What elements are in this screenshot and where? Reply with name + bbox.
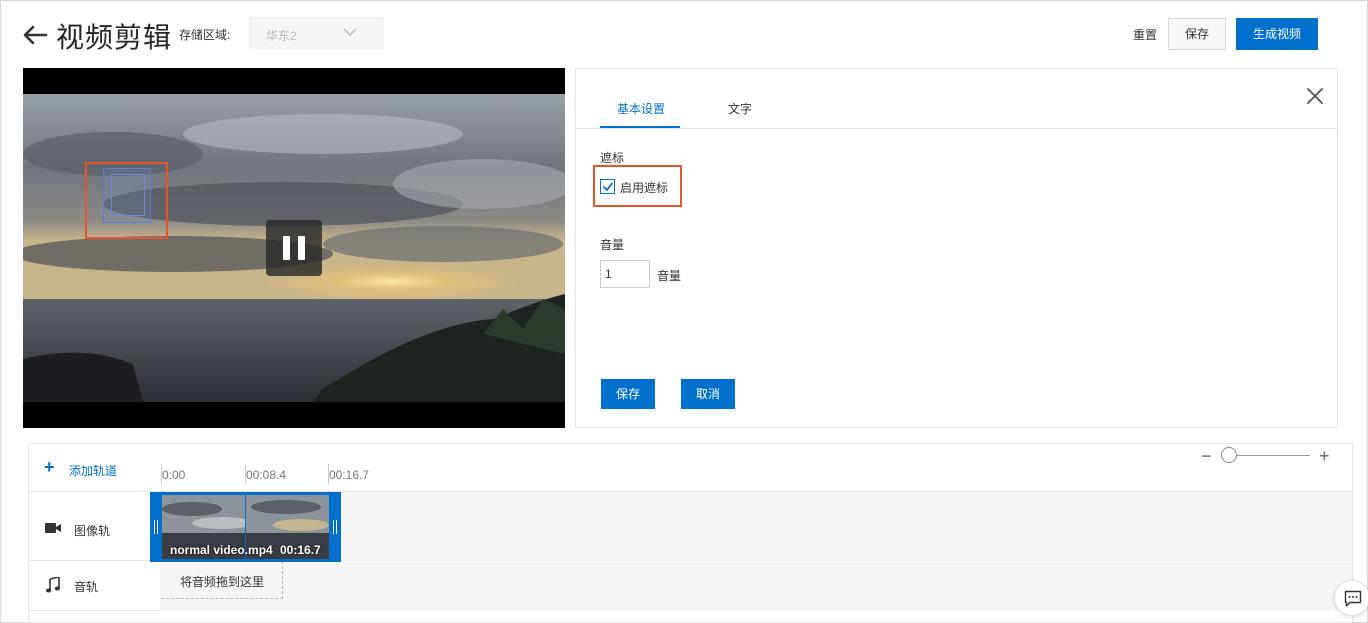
clip-duration: 00:16.7 bbox=[280, 543, 321, 557]
panel-cancel-button[interactable]: 取消 bbox=[681, 379, 735, 409]
timeline: + 添加轨道 0:00 00:08.4 00:16.7 − + 图像轨 音轨 将… bbox=[28, 443, 1353, 623]
chevron-down-icon bbox=[343, 28, 357, 36]
active-tab-indicator bbox=[600, 126, 680, 128]
clip-left-handle[interactable] bbox=[154, 520, 158, 534]
pause-button[interactable] bbox=[266, 220, 322, 276]
reset-button[interactable]: 重置 bbox=[1133, 26, 1157, 43]
audio-track-area[interactable] bbox=[160, 561, 1352, 611]
plus-icon: + bbox=[44, 457, 55, 477]
clip-right-handle[interactable] bbox=[333, 520, 337, 534]
enable-watermark-checkbox[interactable] bbox=[600, 179, 615, 194]
region-select[interactable]: 华东2 bbox=[249, 17, 384, 49]
settings-tabs: 基本设置 文字 bbox=[576, 69, 1337, 129]
enable-watermark-label[interactable]: 启用遮标 bbox=[620, 179, 668, 196]
audio-drop-hint: 将音频拖到这里 bbox=[180, 575, 265, 589]
checkmark-icon bbox=[603, 182, 613, 191]
music-note-icon bbox=[46, 577, 60, 593]
volume-input[interactable] bbox=[600, 260, 650, 288]
generate-video-button[interactable]: 生成视频 bbox=[1236, 18, 1318, 50]
zoom-in-icon[interactable]: + bbox=[1319, 446, 1330, 467]
volume-section-label: 音量 bbox=[600, 238, 625, 252]
chat-bubble-icon bbox=[1344, 590, 1362, 607]
video-clip[interactable]: normal video.mp4 00:16.7 bbox=[150, 492, 341, 562]
region-select-value: 华东2 bbox=[266, 29, 297, 43]
volume-unit-label: 音量 bbox=[657, 269, 682, 283]
zoom-out-icon[interactable]: − bbox=[1201, 446, 1212, 467]
page-title: 视频剪辑 bbox=[56, 21, 173, 54]
audio-track-label: 音轨 bbox=[74, 580, 99, 594]
region-label: 存储区域: bbox=[179, 28, 231, 42]
time-tick: 00:16.7 bbox=[329, 468, 370, 482]
chat-support-icon[interactable] bbox=[1334, 580, 1368, 616]
video-preview[interactable] bbox=[23, 68, 565, 428]
image-track-label: 图像轨 bbox=[74, 524, 111, 538]
tab-text[interactable]: 文字 bbox=[728, 100, 752, 117]
back-arrow-icon[interactable] bbox=[22, 24, 48, 46]
tab-basic-settings[interactable]: 基本设置 bbox=[617, 100, 665, 117]
pause-bar-left bbox=[283, 236, 290, 260]
settings-panel: 基本设置 文字 遮标 启用遮标 音量 音量 保存 取消 bbox=[575, 68, 1338, 428]
audio-drop-zone[interactable]: 将音频拖到这里 bbox=[161, 561, 283, 599]
clip-filename: normal video.mp4 bbox=[170, 543, 273, 557]
add-track-label: 添加轨道 bbox=[69, 464, 118, 478]
watermark-mask-inner-box bbox=[111, 174, 145, 216]
save-button[interactable]: 保存 bbox=[1168, 18, 1226, 50]
panel-save-button[interactable]: 保存 bbox=[601, 379, 655, 409]
close-icon[interactable] bbox=[1306, 87, 1324, 105]
time-tick: 00:08.4 bbox=[246, 468, 287, 482]
time-tick: 0:00 bbox=[162, 468, 186, 482]
watermark-section-label: 遮标 bbox=[600, 151, 625, 165]
video-camera-icon bbox=[45, 523, 61, 533]
audio-track-row: 音轨 将音频拖到这里 bbox=[29, 561, 1352, 611]
pause-bar-right bbox=[298, 236, 305, 260]
zoom-slider-handle[interactable] bbox=[1221, 447, 1237, 463]
